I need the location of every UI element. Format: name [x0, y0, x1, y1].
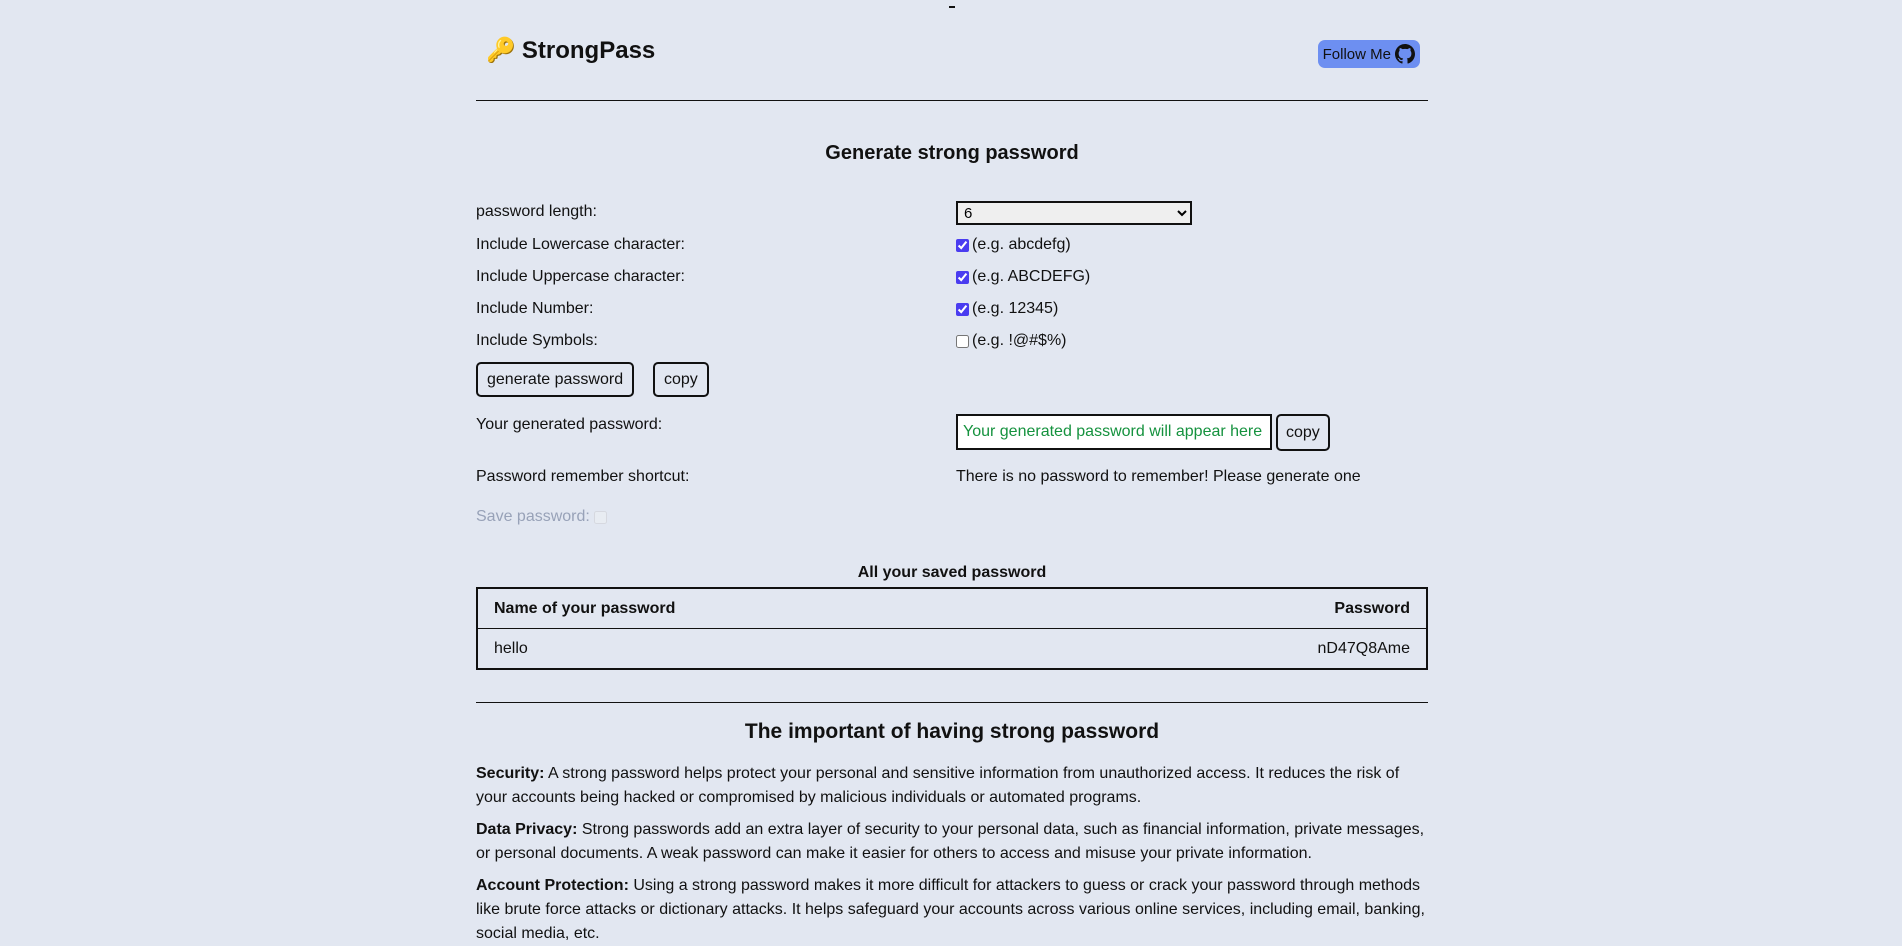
logo[interactable]: 🔑 StrongPass	[486, 36, 655, 65]
follow-me-label: Follow Me	[1322, 45, 1391, 63]
generated-password-field[interactable]	[956, 414, 1272, 450]
saved-passwords-table: Name of your password Password hello nD4…	[476, 587, 1428, 670]
saved-password-cell: nD47Q8Ame	[1317, 639, 1411, 657]
lowercase-checkbox[interactable]	[956, 238, 969, 252]
symbols-checkbox[interactable]	[956, 334, 969, 348]
lowercase-example: (e.g. abcdefg)	[972, 236, 1071, 253]
paragraph-text: A strong password helps protect your per…	[476, 765, 1400, 806]
header: 🔑 StrongPass Follow Me	[476, 34, 1428, 74]
uppercase-checkbox[interactable]	[956, 270, 969, 284]
paragraph-data-privacy: Data Privacy: Strong passwords add an ex…	[476, 818, 1428, 866]
paragraph-term: Account Protection:	[476, 877, 629, 894]
number-option: (e.g. 12345)	[956, 300, 1058, 318]
table-row[interactable]: hello nD47Q8Ame	[477, 629, 1427, 670]
number-example: (e.g. 12345)	[972, 300, 1059, 317]
number-checkbox[interactable]	[956, 302, 969, 316]
paragraph-text: Strong passwords add an extra layer of s…	[476, 821, 1425, 862]
follow-me-button[interactable]: Follow Me	[1317, 40, 1420, 68]
remember-shortcut-value: There is no password to remember! Please…	[956, 468, 1361, 485]
generated-password-label: Your generated password:	[476, 416, 663, 433]
password-length-select[interactable]: 6	[956, 201, 1192, 225]
column-header-name: Name of your password	[477, 588, 1077, 629]
save-password-checkbox[interactable]	[593, 510, 607, 524]
github-icon	[1395, 44, 1415, 64]
uppercase-label: Include Uppercase character:	[476, 268, 685, 285]
generated-copy-button[interactable]: copy	[1276, 414, 1330, 451]
uppercase-option: (e.g. ABCDEFG)	[956, 268, 1090, 286]
table-header-row: Name of your password Password	[477, 588, 1427, 629]
symbols-example: (e.g. !@#$%)	[972, 332, 1067, 349]
column-header-password: Password	[1076, 588, 1427, 629]
app-title: StrongPass	[521, 36, 656, 64]
symbols-option: (e.g. !@#$%)	[956, 332, 1067, 350]
save-password-row: Save password:	[476, 508, 607, 526]
key-icon: 🔑	[486, 37, 516, 64]
paragraph-term: Data Privacy:	[476, 821, 578, 838]
saved-passwords-title: All your saved password	[857, 564, 1047, 581]
lowercase-option: (e.g. abcdefg)	[956, 236, 1071, 254]
symbols-label: Include Symbols:	[476, 332, 598, 349]
top-dash	[949, 6, 955, 8]
section-divider	[476, 702, 1428, 703]
generator-title: Generate strong password	[825, 142, 1079, 164]
generate-password-button[interactable]: generate password	[476, 362, 635, 397]
header-divider	[476, 100, 1428, 101]
number-label: Include Number:	[476, 300, 594, 317]
paragraph-security: Security: A strong password helps protec…	[476, 762, 1428, 810]
uppercase-example: (e.g. ABCDEFG)	[972, 268, 1091, 285]
lowercase-label: Include Lowercase character:	[476, 236, 685, 253]
password-length-label: password length:	[476, 203, 597, 220]
paragraph-account-protection: Account Protection: Using a strong passw…	[476, 874, 1428, 946]
saved-name-cell: hello	[494, 639, 528, 657]
copy-button[interactable]: copy	[653, 362, 709, 397]
paragraph-term: Security:	[476, 765, 545, 782]
remember-shortcut-label: Password remember shortcut:	[476, 468, 690, 485]
importance-title: The important of having strong password	[744, 720, 1160, 743]
save-password-label: Save password:	[476, 508, 590, 525]
